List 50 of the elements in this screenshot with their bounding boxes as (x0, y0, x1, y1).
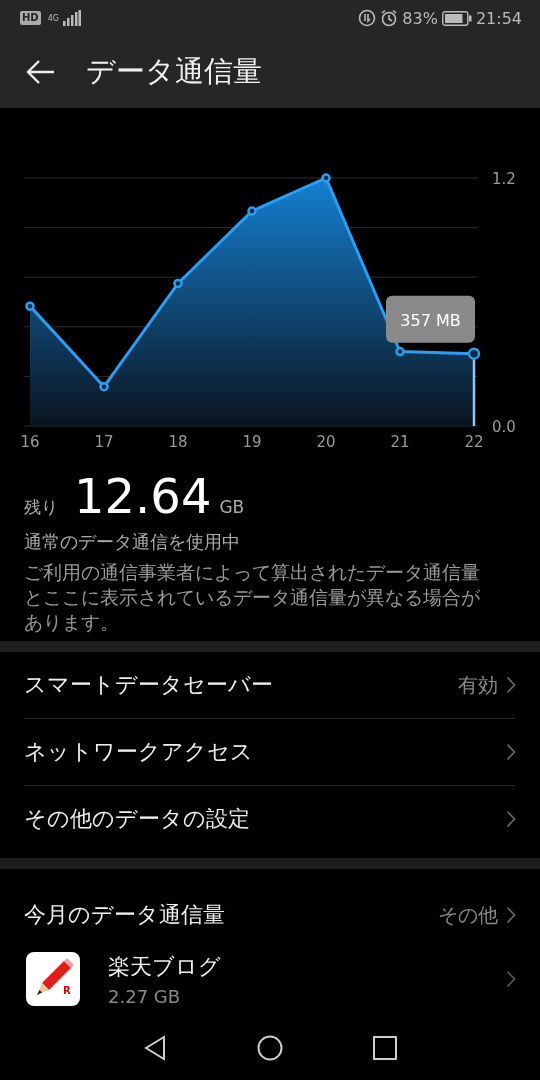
annotation: 357 MB (400, 310, 461, 330)
data-point[interactable] (99, 382, 109, 392)
chevron-icon[interactable] (506, 970, 516, 988)
clock: 21:54 (475, 8, 522, 28)
alarm-icon (380, 9, 399, 27)
remaining-label: 残り (24, 496, 58, 519)
hd-badge: HD (20, 11, 41, 25)
settings-row[interactable]: その他のデータの設定 (24, 786, 516, 852)
app-usage: 2.27 GB (108, 985, 182, 1007)
data-saver-icon (358, 9, 377, 27)
recents-nav-icon[interactable] (373, 1036, 397, 1060)
battery-icon (441, 10, 472, 26)
remaining-unit: GB (219, 497, 245, 517)
mode-text: 通常のデータ通信を使用中 (23, 530, 241, 554)
value-tooltip: 357 MB (386, 295, 475, 343)
back-nav-icon[interactable] (143, 1035, 167, 1061)
chevron-icon (506, 676, 516, 694)
data-point[interactable] (467, 347, 481, 360)
remaining-value: 12.64 (74, 470, 212, 522)
network-type: 4G (47, 13, 59, 23)
settings-row[interactable]: ネットワークアクセス (24, 719, 516, 786)
chevron-icon (506, 906, 516, 924)
y-axis-label: 1.2 (492, 170, 516, 188)
section-title: 今月のデータ通信量 (24, 901, 225, 929)
data-point[interactable] (247, 206, 257, 216)
screen-title: データ通信量 (86, 53, 262, 90)
x-axis-label: 21 (390, 433, 410, 450)
app-name: 楽天ブログ (108, 952, 222, 981)
chevron-icon (506, 743, 516, 761)
battery-percent: 83% (402, 8, 438, 28)
x-axis-label: 19 (242, 433, 262, 450)
x-axis-label: 16 (20, 433, 40, 450)
home-nav-icon[interactable] (257, 1035, 283, 1061)
x-axis-label: 20 (316, 433, 336, 450)
app-icon[interactable]: R (26, 952, 80, 1006)
setting-value: 有効 (458, 671, 498, 699)
settings-row[interactable]: スマートデータセーバー 有効 (24, 652, 516, 719)
x-axis-label: 17 (94, 433, 114, 450)
more-link[interactable]: その他 (438, 901, 516, 929)
y-axis-label: 0.0 (492, 418, 516, 436)
x-axis-label: 18 (168, 433, 188, 450)
data-point[interactable] (173, 278, 183, 289)
notice-text: ご利用の通信事業者によって算出されたデータ通信量とここに表示されているデータ通信量が異なる場合があります。 (23, 561, 481, 635)
back-icon[interactable] (26, 59, 56, 85)
data-point[interactable] (395, 346, 405, 357)
data-point[interactable] (25, 301, 35, 311)
x-axis-label: 22 (464, 433, 484, 450)
data-point[interactable] (321, 173, 331, 183)
signal-icon (62, 10, 81, 26)
chevron-icon (506, 810, 516, 828)
